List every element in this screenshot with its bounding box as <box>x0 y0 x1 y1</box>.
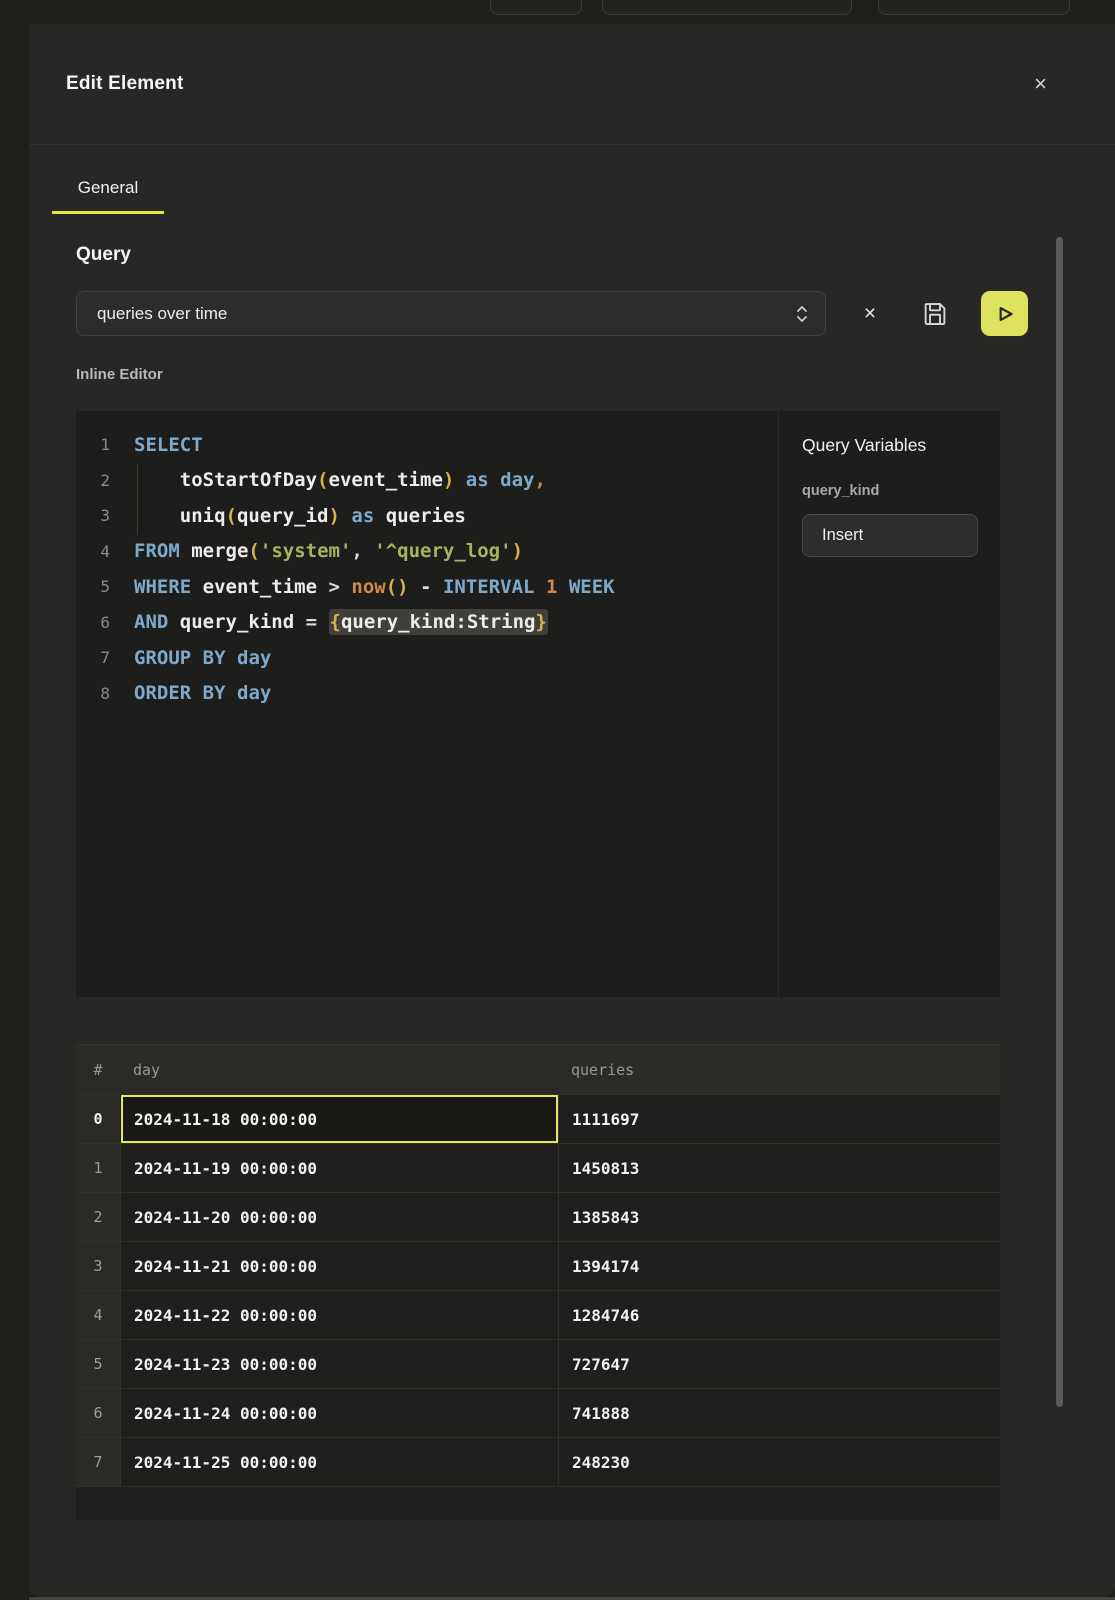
sql-editor[interactable]: 1SELECT2 toStartOfDay(event_time) as day… <box>76 411 778 997</box>
query-variables-title: Query Variables <box>802 435 978 456</box>
queries-cell[interactable]: 727647 <box>558 1340 1000 1388</box>
code-text: WHERE event_time > now() - INTERVAL 1 WE… <box>110 576 615 598</box>
code-line: 8ORDER BY day <box>76 676 778 712</box>
results-table: # day queries 02024-11-18 00:00:00111169… <box>76 1044 1000 1520</box>
insert-variable-button[interactable]: Insert <box>802 514 978 557</box>
line-number: 7 <box>76 648 110 667</box>
background-toolbar <box>0 0 1115 24</box>
table-row: 52024-11-23 00:00:00727647 <box>76 1339 1000 1388</box>
line-number: 4 <box>76 542 110 561</box>
inline-editor: 1SELECT2 toStartOfDay(event_time) as day… <box>76 411 1000 997</box>
indent-guide <box>137 464 138 535</box>
code-line: 6AND query_kind = {query_kind:String} <box>76 605 778 641</box>
row-index-cell: 7 <box>76 1438 120 1486</box>
inline-editor-label: Inline Editor <box>76 366 1047 383</box>
queries-cell[interactable]: 741888 <box>558 1389 1000 1437</box>
save-query-button[interactable] <box>918 297 952 331</box>
table-row: 02024-11-18 00:00:001111697 <box>76 1094 1000 1143</box>
table-row: 12024-11-19 00:00:001450813 <box>76 1143 1000 1192</box>
modal-header: Edit Element × <box>29 24 1115 145</box>
day-cell[interactable]: 2024-11-23 00:00:00 <box>120 1340 558 1388</box>
column-header-queries: queries <box>558 1045 1000 1094</box>
queries-cell[interactable]: 1394174 <box>558 1242 1000 1290</box>
column-header-day: day <box>120 1045 558 1094</box>
edit-element-modal: Edit Element × General Query queries ove… <box>29 24 1115 1597</box>
row-index-cell: 4 <box>76 1291 120 1339</box>
row-index-cell: 5 <box>76 1340 120 1388</box>
line-number: 5 <box>76 577 110 596</box>
code-text: toStartOfDay(event_time) as day, <box>110 469 546 491</box>
code-line: 5WHERE event_time > now() - INTERVAL 1 W… <box>76 569 778 605</box>
background-button-2 <box>602 0 852 15</box>
variable-name-label: query_kind <box>802 483 978 499</box>
queries-cell[interactable]: 1385843 <box>558 1193 1000 1241</box>
code-text: FROM merge('system', '^query_log') <box>110 540 523 562</box>
query-section-title: Query <box>76 244 1047 266</box>
line-number: 3 <box>76 506 110 525</box>
line-number: 6 <box>76 613 110 632</box>
query-select[interactable]: queries over time <box>76 291 826 336</box>
queries-cell[interactable]: 1450813 <box>558 1144 1000 1192</box>
code-line: 1SELECT <box>76 427 778 463</box>
day-cell[interactable]: 2024-11-21 00:00:00 <box>120 1242 558 1290</box>
modal-scrollbar[interactable] <box>1056 237 1063 1407</box>
run-query-button[interactable] <box>980 290 1029 337</box>
table-row: 42024-11-22 00:00:001284746 <box>76 1290 1000 1339</box>
row-index-cell: 2 <box>76 1193 120 1241</box>
row-index-cell: 1 <box>76 1144 120 1192</box>
code-text: ORDER BY day <box>110 682 271 704</box>
row-index-cell: 0 <box>76 1095 120 1143</box>
column-header-index: # <box>76 1045 120 1094</box>
general-tab-content: Query queries over time × <box>29 244 1047 1520</box>
queries-cell[interactable]: 248230 <box>558 1438 1000 1486</box>
row-index-cell: 3 <box>76 1242 120 1290</box>
tab-bar: General <box>52 178 1115 214</box>
background-button-3 <box>878 0 1070 15</box>
line-number: 2 <box>76 471 110 490</box>
page-background: Edit Element × General Query queries ove… <box>0 0 1115 1600</box>
line-number: 1 <box>76 435 110 454</box>
day-cell[interactable]: 2024-11-19 00:00:00 <box>120 1144 558 1192</box>
table-row: 62024-11-24 00:00:00741888 <box>76 1388 1000 1437</box>
play-icon <box>992 301 1018 327</box>
day-cell[interactable]: 2024-11-20 00:00:00 <box>120 1193 558 1241</box>
clear-query-button[interactable]: × <box>854 298 886 330</box>
code-line: 4FROM merge('system', '^query_log') <box>76 534 778 570</box>
code-text: SELECT <box>110 434 203 456</box>
day-cell[interactable]: 2024-11-22 00:00:00 <box>120 1291 558 1339</box>
queries-cell[interactable]: 1111697 <box>558 1095 1000 1143</box>
queries-cell[interactable]: 1284746 <box>558 1291 1000 1339</box>
row-index-cell: 6 <box>76 1389 120 1437</box>
code-lines: 1SELECT2 toStartOfDay(event_time) as day… <box>76 427 778 711</box>
line-number: 8 <box>76 684 110 703</box>
results-table-footer <box>76 1486 1000 1520</box>
day-cell[interactable]: 2024-11-18 00:00:00 <box>120 1095 558 1143</box>
results-table-header: # day queries <box>76 1044 1000 1094</box>
table-row: 72024-11-25 00:00:00248230 <box>76 1437 1000 1486</box>
code-text: uniq(query_id) as queries <box>110 505 466 527</box>
table-row: 32024-11-21 00:00:001394174 <box>76 1241 1000 1290</box>
code-line: 7GROUP BY day <box>76 640 778 676</box>
day-cell[interactable]: 2024-11-25 00:00:00 <box>120 1438 558 1486</box>
query-select-row: queries over time × <box>76 290 1047 337</box>
query-select-value: queries over time <box>97 304 227 324</box>
close-icon[interactable]: × <box>1034 73 1047 95</box>
save-floppy-icon <box>920 299 950 329</box>
background-button-1 <box>490 0 582 15</box>
day-cell[interactable]: 2024-11-24 00:00:00 <box>120 1389 558 1437</box>
tab-general[interactable]: General <box>52 178 164 214</box>
code-line: 2 toStartOfDay(event_time) as day, <box>76 463 778 499</box>
table-row: 22024-11-20 00:00:001385843 <box>76 1192 1000 1241</box>
modal-title: Edit Element <box>66 73 183 95</box>
results-table-body: 02024-11-18 00:00:00111169712024-11-19 0… <box>76 1094 1000 1486</box>
code-text: GROUP BY day <box>110 647 271 669</box>
select-updown-chevron-icon <box>793 303 811 325</box>
query-variables-panel: Query Variables query_kind Insert <box>778 411 1000 997</box>
variable-placeholder: {query_kind:String} <box>329 609 548 635</box>
code-text: AND query_kind = {query_kind:String} <box>110 611 548 633</box>
code-line: 3 uniq(query_id) as queries <box>76 498 778 534</box>
